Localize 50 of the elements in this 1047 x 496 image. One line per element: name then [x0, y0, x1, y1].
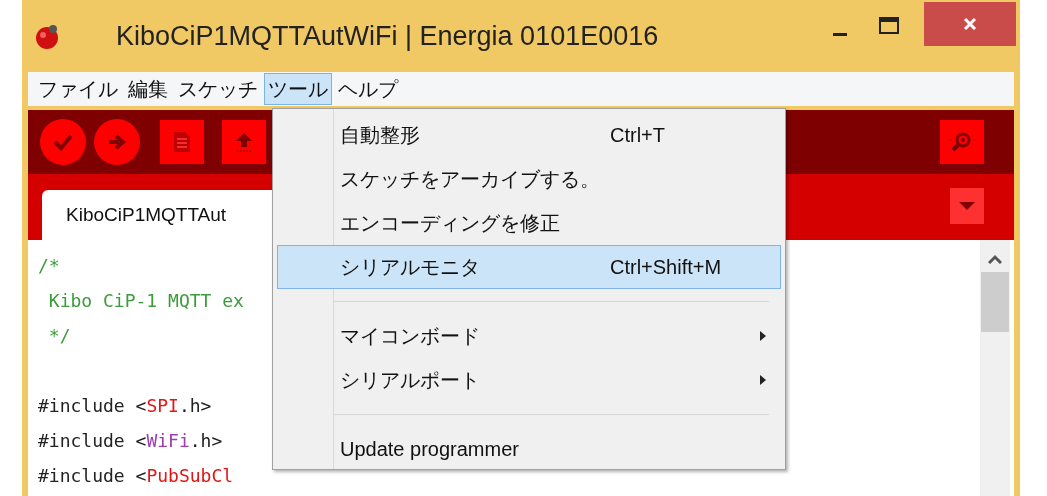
submenu-arrow-icon: [760, 375, 766, 385]
scrollbar-thumb[interactable]: [981, 272, 1009, 332]
menu-item[interactable]: ファイル: [34, 73, 122, 105]
code-text: #include <: [38, 394, 147, 418]
close-button[interactable]: [924, 2, 1016, 46]
menu-label: Update programmer: [340, 437, 519, 462]
open-button[interactable]: [222, 120, 266, 164]
code-text: #include <: [38, 464, 147, 488]
shortcut-text: Ctrl+Shift+M: [610, 255, 722, 280]
code-text: PubSubCl: [146, 464, 234, 488]
scroll-up-icon[interactable]: [988, 254, 1002, 264]
code-text: SPI: [146, 394, 179, 418]
arrow-right-icon: [107, 134, 127, 150]
menu-option[interactable]: シリアルモニタ Ctrl+Shift+M: [277, 245, 781, 289]
menu-label: シリアルモニタ: [340, 255, 480, 280]
code-comment: /*: [38, 254, 60, 278]
document-icon: [173, 131, 191, 153]
menu-label: スケッチをアーカイブする。: [340, 167, 600, 192]
code-comment: */: [47, 324, 71, 348]
menu-item[interactable]: 編集: [124, 73, 172, 105]
tab-menu-button[interactable]: [950, 188, 984, 224]
upload-button[interactable]: [94, 119, 140, 165]
menu-label: マイコンボード: [340, 324, 480, 349]
code-text: WiFi: [146, 429, 190, 453]
close-icon: [962, 16, 978, 32]
menu-item[interactable]: スケッチ: [174, 73, 262, 105]
submenu-arrow-icon: [760, 331, 766, 341]
maximize-icon[interactable]: [878, 16, 900, 36]
menu-label: 自動整形: [340, 123, 420, 148]
up-arrow-icon: [234, 131, 254, 153]
caret-down-icon: [958, 201, 976, 211]
code-text: .h>: [189, 429, 223, 453]
magnifier-icon: [947, 130, 977, 154]
code-comment: Kibo CiP-1 MQTT ex: [47, 289, 244, 313]
code-text: #include <: [38, 429, 147, 453]
shortcut-text: Ctrl+T: [610, 123, 665, 148]
submenu-item[interactable]: シリアルポート: [277, 358, 781, 402]
serial-monitor-button[interactable]: [940, 120, 984, 164]
scrollbar[interactable]: [980, 240, 1010, 496]
code-text: .h>: [178, 394, 212, 418]
menu-label: エンコーディングを修正: [340, 211, 560, 236]
submenu-item[interactable]: マイコンボード: [277, 314, 781, 358]
new-button[interactable]: [160, 120, 204, 164]
verify-button[interactable]: [40, 119, 86, 165]
check-icon: [53, 133, 73, 151]
menu-option[interactable]: Update programmer: [277, 427, 781, 471]
window-title: KiboCiP1MQTTAutWiFi | Energia 0101E0016: [116, 19, 659, 53]
menu-item[interactable]: ヘルプ: [334, 73, 402, 105]
menu-label: シリアルポート: [340, 368, 480, 393]
menu-item[interactable]: ツール: [264, 73, 332, 105]
